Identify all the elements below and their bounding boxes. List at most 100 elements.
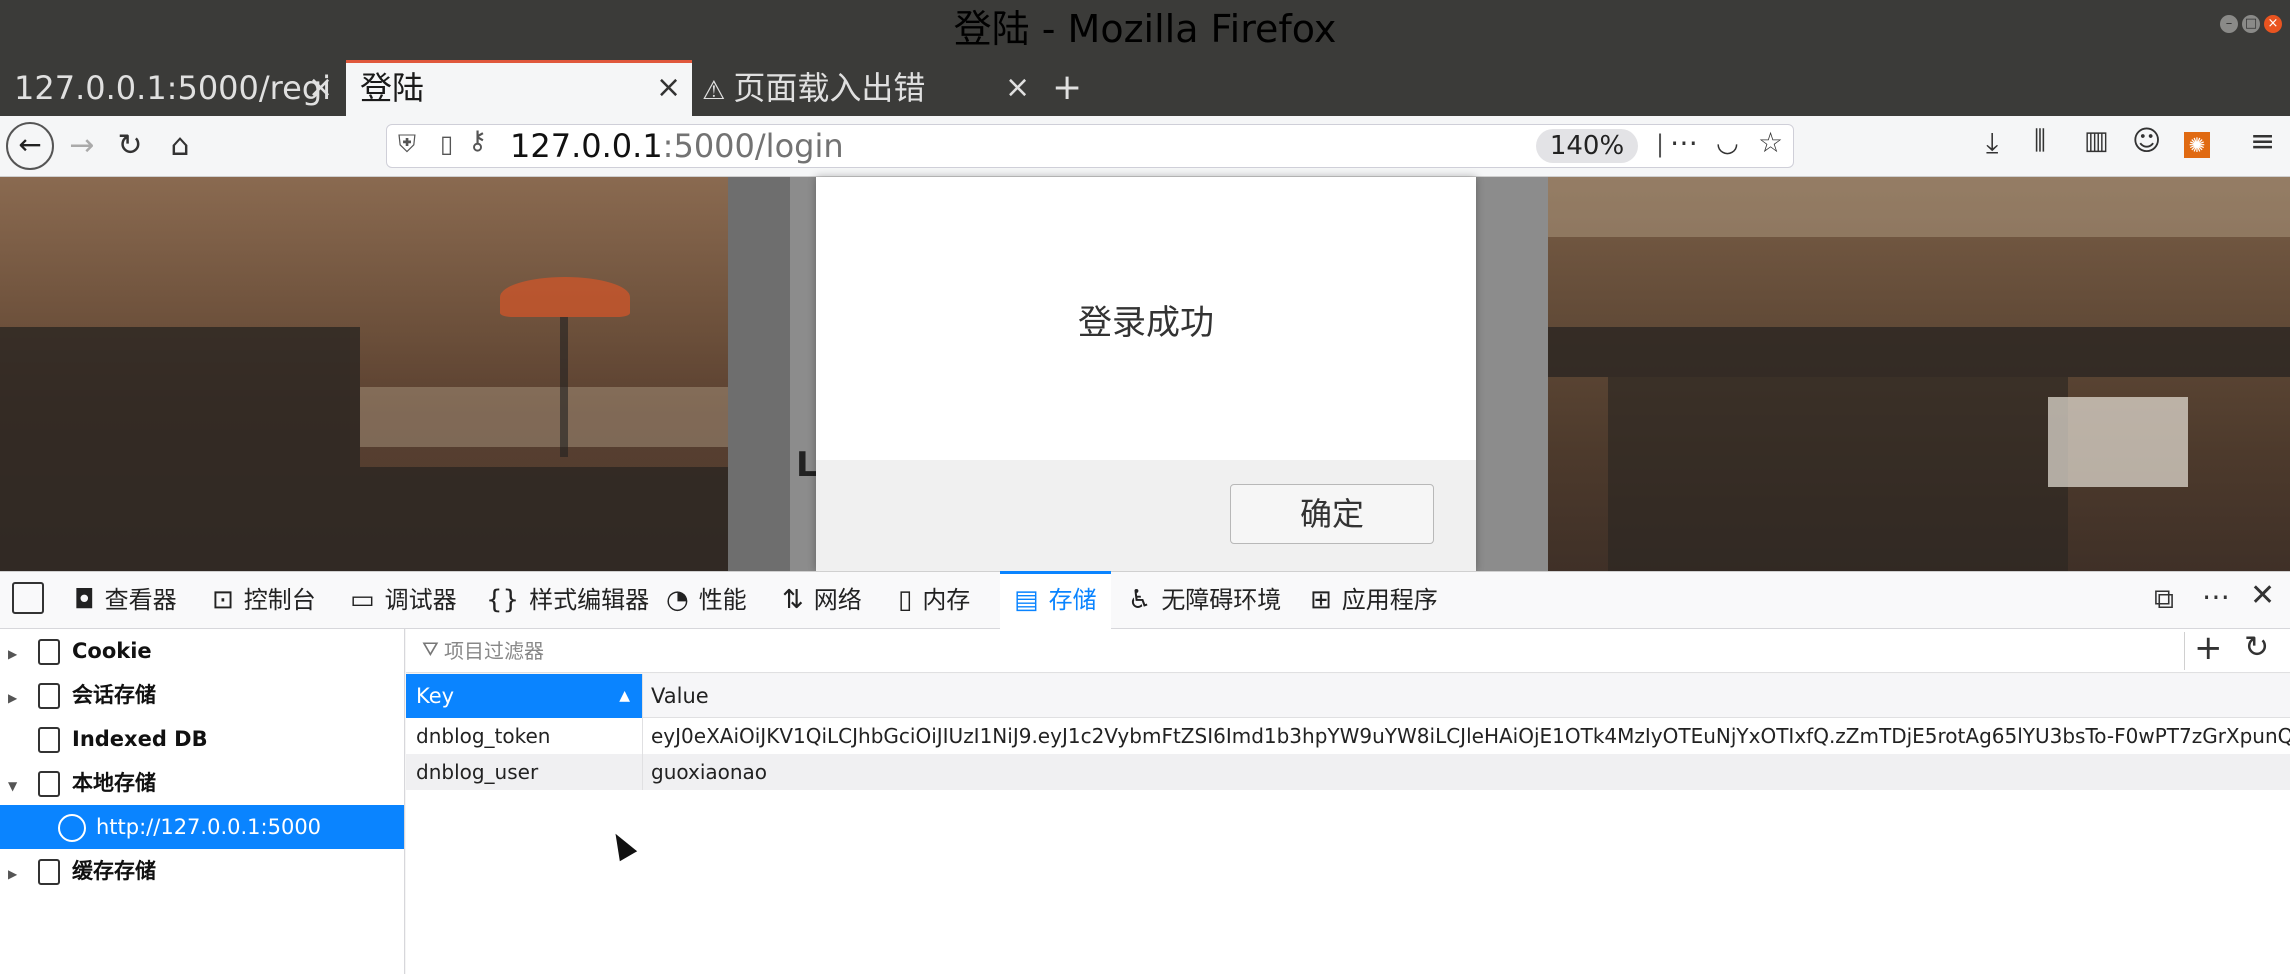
tab-close-icon[interactable]: × (308, 60, 333, 116)
tab-register[interactable]: 127.0.0.1:5000/regi (0, 60, 346, 116)
desk-shape (1548, 327, 2290, 377)
devtools-tab-inspector[interactable]: ◘ 查看器 (74, 571, 177, 629)
devtools-tab-debugger[interactable]: ▭ 调试器 (350, 571, 457, 629)
column-divider (642, 674, 643, 790)
devtools-tab-storage[interactable]: ▤ 存储 (1000, 571, 1111, 632)
window-shape (1548, 177, 2290, 237)
add-item-icon[interactable]: + (2194, 628, 2223, 668)
inspector-icon: ◘ (74, 585, 95, 615)
cell-key[interactable]: dnblog_user (406, 754, 642, 790)
tree-item-local-storage[interactable]: ▼ 本地存储 (0, 761, 404, 805)
sidebar-icon[interactable]: ▥ (2084, 126, 2109, 156)
new-tab-button[interactable]: + (1052, 60, 1082, 116)
url-path: :5000/login (662, 127, 844, 165)
tab-label: 内存 (922, 586, 971, 614)
more-options-icon[interactable]: ⋯ (2202, 580, 2230, 613)
debugger-icon: ▭ (350, 585, 375, 615)
extension-icon[interactable]: ✺ (2184, 132, 2210, 158)
maximize-button[interactable]: □ (2242, 15, 2260, 33)
ok-button[interactable]: 确定 (1230, 484, 1434, 544)
tab-label: 存储 (1048, 586, 1097, 614)
devtools-tab-console[interactable]: ⊡ 控制台 (212, 571, 316, 629)
database-icon (38, 639, 60, 665)
tree-item-cache-storage[interactable]: ▶ 缓存存储 (0, 849, 404, 893)
performance-icon: ◔ (666, 585, 689, 615)
column-header-key[interactable]: Key ▲ (406, 674, 642, 718)
tab-login[interactable]: 登陆 (346, 60, 692, 116)
database-icon (38, 771, 60, 797)
key-icon[interactable]: ⚷ (468, 126, 487, 156)
pocket-icon[interactable]: ◡ (1716, 128, 1739, 158)
desk-shape (360, 387, 728, 447)
tab-close-icon[interactable]: × (1005, 60, 1030, 116)
style-editor-icon: {} (486, 585, 520, 615)
expand-arrow-icon[interactable]: ▶ (8, 852, 26, 896)
chair-shape (1608, 377, 2068, 571)
close-window-button[interactable]: × (2264, 15, 2282, 33)
column-label: Key (416, 684, 455, 708)
tab-label: 应用程序 (1341, 586, 1438, 614)
tab-label: 登陆 (360, 69, 425, 107)
accessibility-icon: ♿ (1128, 585, 1152, 615)
tree-label: Cookie (72, 639, 152, 663)
filter-input[interactable]: 项目过滤器 (444, 629, 544, 673)
minimize-button[interactable]: – (2220, 15, 2238, 33)
console-icon: ⊡ (212, 585, 234, 615)
tree-label: Indexed DB (72, 727, 208, 751)
sort-arrow-icon: ▲ (619, 688, 630, 704)
devtools-tab-accessibility[interactable]: ♿ 无障碍环境 (1128, 571, 1281, 629)
dock-icon[interactable]: ⧉ (2154, 582, 2174, 616)
separator: | (1656, 130, 1665, 158)
home-button[interactable]: ⌂ (162, 116, 198, 176)
tree-item-session-storage[interactable]: ▶ 会话存储 (0, 673, 404, 717)
warning-icon: ⚠ (702, 76, 726, 106)
bookmark-star-icon[interactable]: ☆ (1758, 126, 1783, 159)
database-icon (38, 683, 60, 709)
tree-item-origin[interactable]: http://127.0.0.1:5000 (0, 805, 404, 849)
tab-label: 控制台 (243, 586, 316, 614)
tree-item-indexed-db[interactable]: Indexed DB (0, 717, 404, 761)
menu-icon[interactable]: ≡ (2250, 124, 2275, 159)
devtools-tab-network[interactable]: ⇅ 网络 (782, 571, 862, 629)
expand-arrow-icon[interactable]: ▶ (8, 676, 26, 720)
url-text[interactable]: 127.0.0.1:5000/login (510, 126, 844, 166)
chair-shape (0, 467, 728, 571)
tab-label: 性能 (698, 586, 747, 614)
filter-bar (406, 629, 2290, 673)
devtools-tab-performance[interactable]: ◔ 性能 (666, 571, 747, 629)
refresh-icon[interactable]: ↻ (2244, 630, 2269, 665)
account-icon[interactable]: ☺ (2132, 124, 2161, 157)
tab-load-error[interactable]: ⚠ 页面载入出错 (692, 60, 1038, 116)
tree-label: 本地存储 (72, 771, 156, 795)
network-icon: ⇅ (782, 585, 804, 615)
cell-value[interactable]: guoxiaonao (643, 754, 2290, 790)
download-icon[interactable]: ⤓ (1986, 126, 1998, 160)
tree-item-cookie[interactable]: ▶ Cookie (0, 629, 404, 673)
library-icon[interactable]: ⫼ (2034, 126, 2046, 157)
page-actions-icon[interactable]: ⋯ (1670, 126, 1698, 159)
url-host: 127.0.0.1 (510, 127, 663, 165)
storage-icon: ▤ (1014, 585, 1039, 615)
cell-value[interactable]: eyJ0eXAiOiJKV1QiLCJhbGciOiJIUzI1NiJ9.eyJ… (643, 718, 2290, 754)
expand-arrow-icon[interactable]: ▶ (8, 632, 26, 676)
cell-key[interactable]: dnblog_token (406, 718, 642, 754)
devtools-tab-application[interactable]: ⊞ 应用程序 (1310, 571, 1438, 629)
lamp-stand (560, 317, 568, 457)
forward-button[interactable]: → (64, 116, 100, 176)
close-devtools-icon[interactable]: ✕ (2250, 578, 2275, 613)
globe-icon (58, 814, 86, 842)
page-icon: ▯ (440, 130, 454, 158)
zoom-level[interactable]: 140% (1536, 129, 1638, 163)
column-header-value[interactable]: Value (643, 674, 2290, 718)
devtools-tab-style-editor[interactable]: {} 样式编辑器 (486, 571, 649, 629)
reload-button[interactable]: ↻ (112, 116, 148, 176)
window-title: 登陆 - Mozilla Firefox (953, 7, 1337, 51)
tab-close-icon[interactable]: × (656, 60, 681, 116)
database-icon (38, 727, 60, 753)
devtools-tab-memory[interactable]: ▯ 内存 (898, 571, 970, 629)
shield-icon[interactable]: ⛨ (398, 130, 416, 158)
collapse-arrow-icon[interactable]: ▼ (8, 764, 26, 808)
tab-label: 查看器 (104, 586, 177, 614)
back-button[interactable]: ← (6, 122, 54, 170)
element-picker-icon[interactable] (12, 582, 44, 614)
